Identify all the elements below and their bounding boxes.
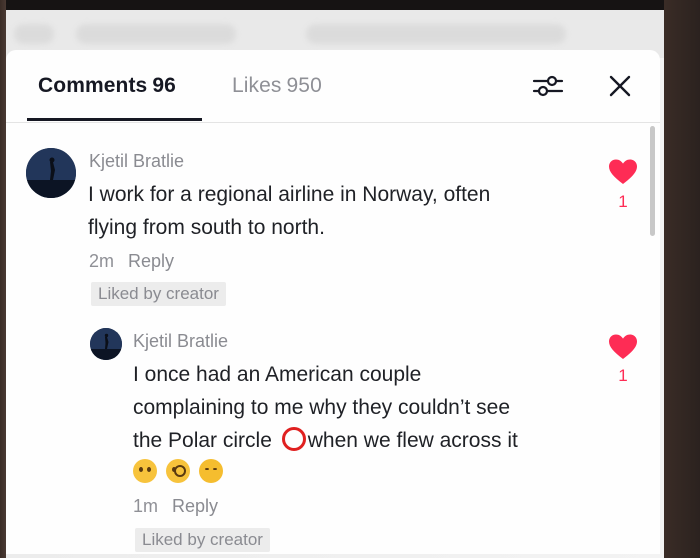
tab-comments[interactable]: Comments 96 xyxy=(38,74,176,98)
comment-text-line: the Polar circle when we flew across it xyxy=(133,427,518,452)
avatar-image xyxy=(90,328,122,360)
comment-text: I once had an American couple complainin… xyxy=(133,358,518,457)
tab-likes-count: 950 xyxy=(286,74,322,97)
monocle-face-emoji xyxy=(166,459,190,483)
comment-username[interactable]: Kjetil Bratlie xyxy=(133,331,228,352)
filter-sliders-icon[interactable] xyxy=(532,74,564,98)
liked-by-creator-badge: Liked by creator xyxy=(91,282,226,306)
reply-button[interactable]: Reply xyxy=(172,496,218,516)
comment-text-line: I work for a regional airline in Norway,… xyxy=(88,183,491,206)
comments-panel: Comments 96 Likes 950 Kjetil Bratlie I w… xyxy=(6,50,660,554)
tab-likes[interactable]: Likes 950 xyxy=(232,74,322,98)
emoji-row xyxy=(133,456,225,486)
active-tab-indicator xyxy=(27,118,202,121)
pleading-face-emoji xyxy=(133,459,157,483)
hollow-red-circle-emoji xyxy=(281,427,306,451)
heart-icon[interactable] xyxy=(608,158,638,186)
comment-time: 2m xyxy=(89,251,115,271)
like-count: 1 xyxy=(618,192,628,211)
reply-button[interactable]: Reply xyxy=(128,251,174,271)
scrollbar[interactable] xyxy=(650,126,655,236)
comment-text: I work for a regional airline in Norway,… xyxy=(88,178,490,244)
like-count: 1 xyxy=(618,366,628,385)
comment-text-line: complaining to me why they couldn’t see xyxy=(133,396,511,419)
comment-text-line: flying from south to north. xyxy=(88,216,325,239)
tab-bar: Comments 96 Likes 950 xyxy=(6,50,660,123)
avatar-image xyxy=(26,148,76,198)
tab-comments-label: Comments xyxy=(38,74,148,97)
comment-meta: 2m Reply xyxy=(89,251,174,272)
comment-time: 1m xyxy=(133,496,159,516)
comment-meta: 1m Reply xyxy=(133,496,218,517)
tears-of-joy-emoji xyxy=(199,459,223,483)
close-icon[interactable] xyxy=(606,72,634,100)
avatar[interactable] xyxy=(26,148,76,198)
top-bar xyxy=(6,0,664,10)
tab-likes-label: Likes xyxy=(232,74,282,97)
liked-by-creator-badge: Liked by creator xyxy=(135,528,270,552)
heart-icon[interactable] xyxy=(608,333,638,361)
tab-comments-count: 96 xyxy=(152,74,176,97)
comment-username[interactable]: Kjetil Bratlie xyxy=(89,151,184,172)
avatar[interactable] xyxy=(90,328,122,360)
comment-text-line: I once had an American couple xyxy=(133,363,422,386)
